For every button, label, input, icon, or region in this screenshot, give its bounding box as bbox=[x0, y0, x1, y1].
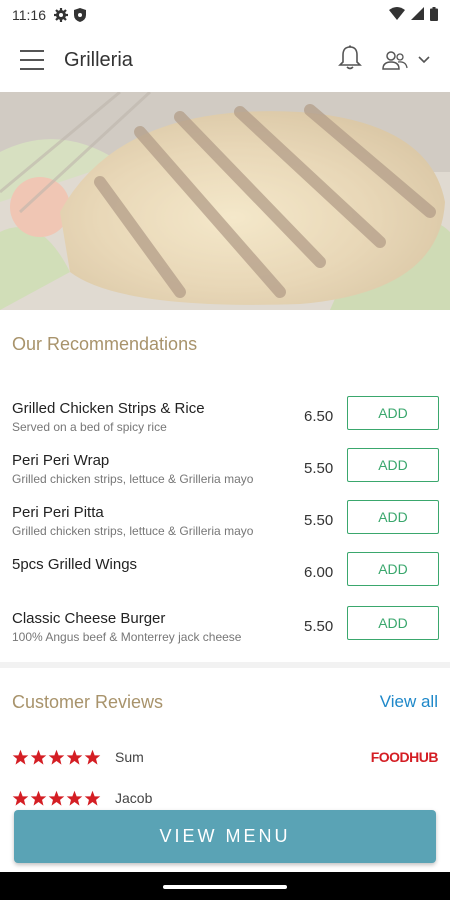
reviews-title: Customer Reviews bbox=[12, 692, 164, 712]
user-icon bbox=[382, 51, 408, 70]
reviewer-name: Sum bbox=[115, 749, 144, 765]
app-bar: Grilleria bbox=[0, 30, 450, 90]
menu-item-name: Grilled Chicken Strips & Rice bbox=[12, 400, 205, 417]
star-icon bbox=[66, 790, 83, 806]
page-title: Grilleria bbox=[64, 48, 133, 71]
bell-icon[interactable] bbox=[338, 44, 362, 76]
menu-item-name: Classic Cheese Burger bbox=[12, 610, 166, 627]
star-rating bbox=[12, 749, 101, 766]
chevron-down-icon bbox=[418, 56, 430, 64]
star-icon bbox=[84, 749, 101, 765]
menu-item: Peri Peri Pitta Grilled chicken strips, … bbox=[0, 500, 450, 552]
star-icon bbox=[12, 749, 29, 765]
review-source-logo: FOODHUB bbox=[370, 749, 439, 765]
add-button[interactable]: ADD bbox=[347, 552, 439, 586]
star-icon bbox=[48, 790, 65, 806]
star-icon bbox=[12, 790, 29, 806]
review-item: Jacob bbox=[12, 786, 438, 810]
view-menu-button[interactable]: VIEW MENU bbox=[14, 810, 436, 863]
star-icon bbox=[30, 790, 47, 806]
menu-item-price: 5.50 bbox=[304, 512, 334, 529]
menu-item-description: 100% Angus beef & Monterrey jack cheese bbox=[12, 630, 242, 644]
menu-item: Peri Peri Wrap Grilled chicken strips, l… bbox=[0, 448, 450, 500]
menu-item-price: 5.50 bbox=[304, 460, 334, 477]
wifi-icon bbox=[389, 7, 405, 23]
add-button[interactable]: ADD bbox=[347, 396, 439, 430]
section-divider bbox=[0, 662, 450, 668]
star-icon bbox=[84, 790, 101, 806]
menu-item-price: 5.50 bbox=[304, 618, 334, 635]
review-item: Sum FOODHUB bbox=[12, 745, 439, 769]
reviewer-name: Jacob bbox=[115, 790, 153, 806]
menu-item-description: Grilled chicken strips, lettuce & Grille… bbox=[12, 472, 254, 486]
star-rating bbox=[12, 790, 101, 807]
menu-item: Grilled Chicken Strips & Rice Served on … bbox=[0, 396, 450, 448]
menu-item: 5pcs Grilled Wings 6.00 ADD bbox=[0, 552, 450, 604]
add-button[interactable]: ADD bbox=[347, 448, 439, 482]
account-dropdown[interactable] bbox=[382, 50, 430, 70]
settings-gear-icon bbox=[54, 8, 68, 22]
view-all-link[interactable]: View all bbox=[380, 692, 438, 712]
home-gesture-handle[interactable] bbox=[163, 885, 287, 889]
star-icon bbox=[48, 749, 65, 765]
menu-item: Classic Cheese Burger 100% Angus beef & … bbox=[0, 606, 450, 658]
add-button[interactable]: ADD bbox=[347, 606, 439, 640]
add-button[interactable]: ADD bbox=[347, 500, 439, 534]
menu-item-name: Peri Peri Pitta bbox=[12, 504, 104, 521]
menu-item-price: 6.50 bbox=[304, 408, 334, 425]
recommendations-title: Our Recommendations bbox=[12, 334, 198, 354]
menu-item-description: Served on a bed of spicy rice bbox=[12, 420, 167, 434]
menu-item-name: 5pcs Grilled Wings bbox=[12, 556, 138, 573]
status-time: 11:16 bbox=[12, 7, 46, 23]
hamburger-menu-icon[interactable] bbox=[20, 50, 44, 70]
menu-item-description: Grilled chicken strips, lettuce & Grille… bbox=[12, 524, 254, 538]
status-bar: 11:16 bbox=[0, 0, 450, 30]
system-navigation-bar bbox=[0, 872, 450, 900]
menu-item-price: 6.00 bbox=[304, 564, 334, 581]
star-icon bbox=[30, 749, 47, 765]
hero-food-image bbox=[0, 92, 450, 310]
signal-icon bbox=[411, 7, 424, 23]
shield-icon bbox=[74, 8, 86, 22]
battery-icon bbox=[430, 6, 438, 24]
menu-item-name: Peri Peri Wrap bbox=[12, 452, 110, 469]
star-icon bbox=[66, 749, 83, 765]
